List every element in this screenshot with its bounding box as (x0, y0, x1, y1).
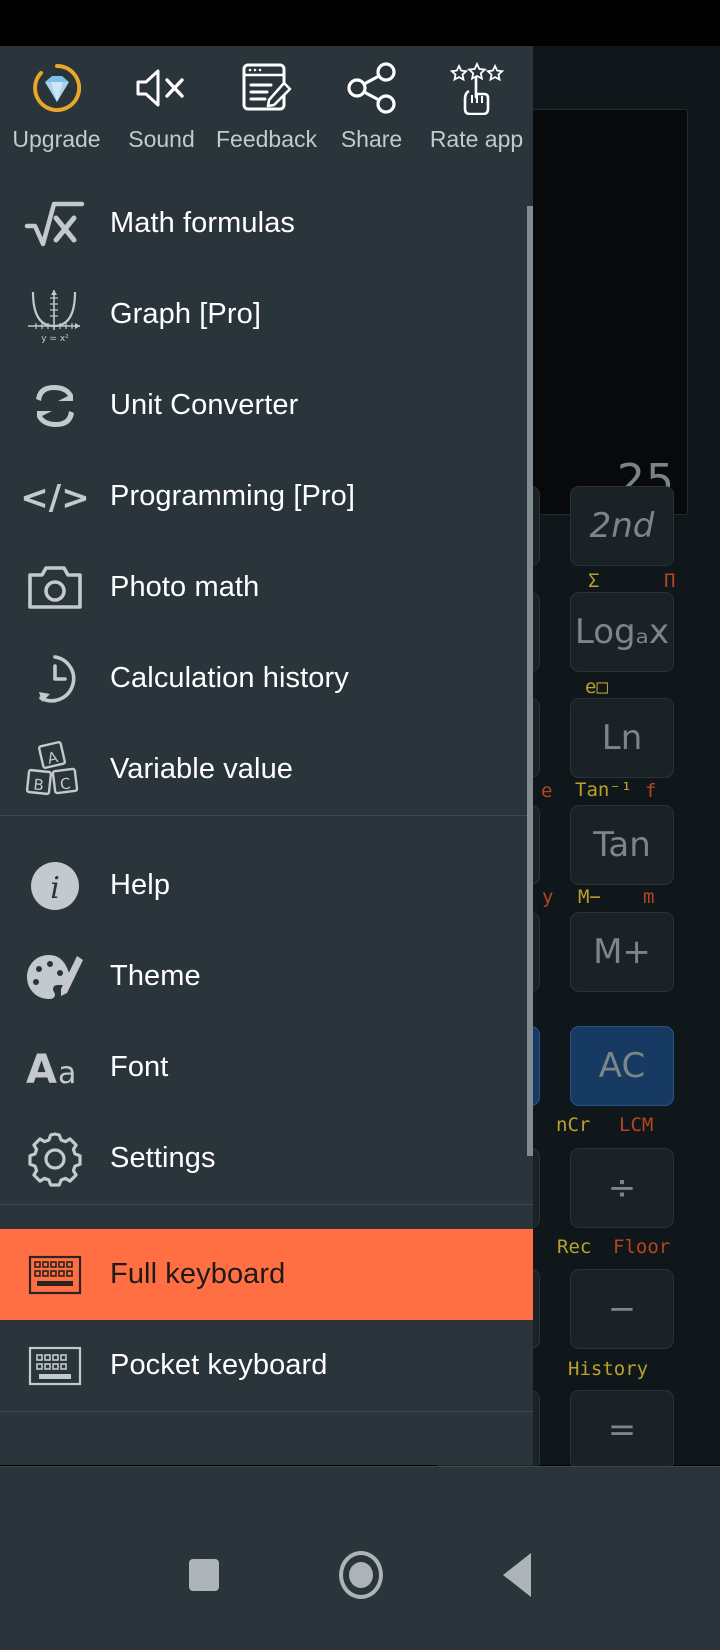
menu-item-photo-math[interactable]: Photo math (0, 542, 533, 633)
menu-item-font[interactable]: A a Font (0, 1022, 533, 1113)
menu-item-full-keyboard[interactable]: Full keyboard (0, 1229, 533, 1320)
menu-divider (0, 1411, 533, 1412)
svg-text:</>: </> (22, 478, 88, 518)
calc-key-sublabel: e□ (585, 676, 608, 698)
menu-item-label: Math formulas (110, 207, 296, 239)
square-icon[interactable] (189, 1559, 219, 1591)
svg-text:i: i (50, 871, 60, 906)
paint-palette-icon (0, 949, 110, 1005)
menu-item-label: Full keyboard (110, 1258, 286, 1290)
menu-item-help[interactable]: i Help (0, 840, 533, 931)
calc-key[interactable]: Ln (570, 698, 674, 778)
menu-item-variable-value[interactable]: A B C Variable value (0, 724, 533, 815)
svg-text:A: A (26, 1047, 57, 1091)
calc-key[interactable]: Tan (570, 805, 674, 885)
drawer-scrollbar[interactable] (527, 206, 533, 1156)
calc-key-sublabel: Σ (588, 570, 600, 592)
calc-key-sublabel: e (541, 780, 553, 802)
menu-item-theme[interactable]: Theme (0, 931, 533, 1022)
svg-text:B: B (33, 775, 45, 794)
info-circle-icon: i (0, 859, 110, 913)
menu-item-label: Variable value (110, 753, 294, 785)
calc-key-sublabel: Tan⁻¹ (575, 779, 633, 801)
menu-group-spacer (0, 1205, 533, 1229)
drawer-header-actions: Upgrade Sound Feedback Share Rate app (0, 46, 533, 178)
parabola-graph-icon: y = x² (0, 286, 110, 344)
calc-key[interactable]: = (570, 1390, 674, 1470)
code-brackets-icon: </> (0, 474, 110, 520)
menu-item-graph-pro[interactable]: y = x² Graph [Pro] (0, 269, 533, 360)
calc-key-sublabel: Rec (557, 1236, 592, 1258)
drawer-action-share[interactable]: Share (319, 60, 424, 153)
menu-item-label: Programming [Pro] (110, 480, 356, 512)
share-nodes-icon (345, 60, 399, 116)
keyboard-pocket-icon (0, 1346, 110, 1386)
font-aa-icon: A a (0, 1045, 110, 1091)
camera-icon (0, 563, 110, 613)
menu-item-programming-pro[interactable]: </> Programming [Pro] (0, 451, 533, 542)
drawer-action-rate-app[interactable]: Rate app (424, 60, 529, 153)
status-bar (0, 0, 720, 46)
calc-key-sublabel: П (664, 570, 676, 592)
feedback-form-icon (241, 60, 293, 116)
rate-stars-hand-icon (449, 60, 505, 116)
circle-icon[interactable] (339, 1551, 383, 1599)
calc-key-sublabel: Floor (613, 1236, 671, 1258)
drawer-action-label: Share (340, 126, 403, 152)
app-root: 25 E2ndLogₐxsLnsTan0M+AC÷−=ΣПe□eTan⁻¹fyM… (0, 0, 720, 1650)
calc-key-sublabel: LCM (619, 1114, 654, 1136)
drawer-action-label: Upgrade (12, 126, 101, 152)
calc-key-sublabel: y (542, 886, 554, 908)
navigation-drawer: Upgrade Sound Feedback Share Rate app Ma… (0, 46, 533, 1465)
abc-blocks-icon: A B C (0, 739, 110, 801)
menu-item-label: Help (110, 869, 171, 901)
drawer-menu: Math formulas y = x² Graph [Pro] Unit Co… (0, 178, 533, 1412)
calc-key[interactable]: AC (570, 1026, 674, 1106)
menu-item-unit-converter[interactable]: Unit Converter (0, 360, 533, 451)
speaker-mute-icon (134, 60, 190, 116)
calc-key-sublabel: m (643, 886, 655, 908)
svg-text:y = x²: y = x² (41, 334, 69, 344)
drawer-action-label: Rate app (429, 126, 524, 152)
menu-item-label: Unit Converter (110, 389, 299, 421)
menu-item-label: Pocket keyboard (110, 1349, 328, 1381)
calc-key-sublabel: f (645, 780, 657, 802)
convert-arrows-icon (0, 377, 110, 435)
calc-key-sublabel: M− (578, 886, 601, 908)
menu-item-label: Graph [Pro] (110, 298, 261, 330)
keyboard-full-icon (0, 1255, 110, 1295)
menu-item-label: Font (110, 1051, 169, 1083)
triangle-left-icon[interactable] (503, 1553, 531, 1597)
calc-key[interactable]: Logₐx (570, 592, 674, 672)
menu-item-label: Theme (110, 960, 201, 992)
drawer-action-label: Feedback (215, 126, 317, 152)
menu-item-label: Settings (110, 1142, 216, 1174)
menu-item-calculation-history[interactable]: Calculation history (0, 633, 533, 724)
menu-item-label: Photo math (110, 571, 260, 603)
calc-key[interactable]: M+ (570, 912, 674, 992)
menu-item-math-formulas[interactable]: Math formulas (0, 178, 533, 269)
menu-item-label: Calculation history (110, 662, 349, 694)
system-navigation-bar (0, 1466, 720, 1650)
drawer-action-feedback[interactable]: Feedback (214, 60, 319, 153)
menu-item-settings[interactable]: Settings (0, 1113, 533, 1204)
menu-group-spacer (0, 816, 533, 840)
calc-key-sublabel: History (568, 1358, 649, 1380)
svg-text:A: A (46, 747, 61, 767)
drawer-action-label: Sound (128, 126, 195, 152)
diamond-upgrade-icon (29, 60, 85, 116)
calc-key[interactable]: 2nd (570, 486, 674, 566)
calc-key[interactable]: − (570, 1269, 674, 1349)
drawer-action-upgrade[interactable]: Upgrade (4, 60, 109, 153)
square-root-x-icon (0, 196, 110, 252)
clock-history-icon (0, 651, 110, 707)
svg-text:C: C (59, 774, 72, 793)
calc-key-sublabel: nCr (556, 1114, 591, 1136)
svg-text:a: a (58, 1056, 76, 1091)
gear-icon (0, 1131, 110, 1187)
calc-key[interactable]: ÷ (570, 1148, 674, 1228)
menu-item-pocket-keyboard[interactable]: Pocket keyboard (0, 1320, 533, 1411)
drawer-action-sound[interactable]: Sound (109, 60, 214, 153)
